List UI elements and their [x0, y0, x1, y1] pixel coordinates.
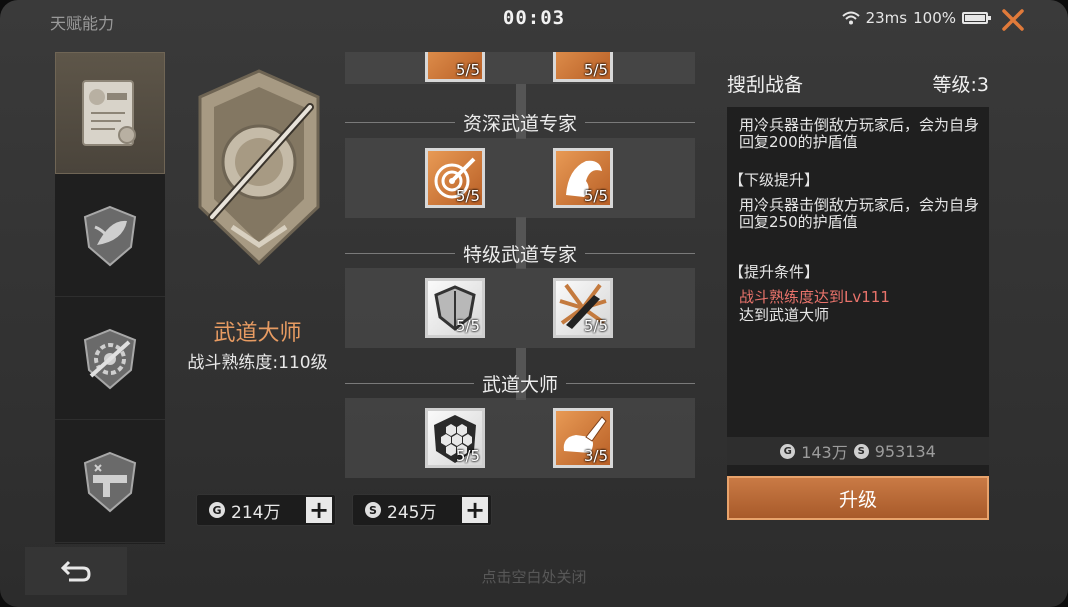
rank-name: 武道大师 [213, 321, 302, 346]
skill-top-1[interactable]: 5/5 [425, 52, 485, 82]
rank-info: 武道大师 战斗熟练度:110级 [170, 52, 345, 492]
gear-hammer-icon [83, 328, 137, 389]
tab-certificate[interactable] [55, 52, 165, 174]
talent-window: 天赋能力 00:03 23ms 100% 武道大师 战斗熟练度:110级 G 2… [0, 0, 1068, 607]
next-level-label: 【下级提升】 [729, 171, 820, 189]
top-bar: 天赋能力 00:03 23ms 100% [0, 0, 1068, 40]
upgrade-cost: G 143万 S 953134 [727, 437, 989, 465]
tier-header-1: 资深武道专家 [345, 109, 696, 135]
skill-beast-claw[interactable]: 5/5 [553, 148, 613, 208]
battery-text: 100% [913, 9, 956, 27]
skill-count: 5/5 [455, 187, 480, 205]
skill-hexagon-shield[interactable]: 5/5 [425, 408, 485, 468]
skill-shield[interactable]: 5/5 [425, 278, 485, 338]
requirement-met: 达到武道大师 [739, 306, 830, 324]
skill-tree: 5/5 5/5 资深武道专家 5/5 5/5 特级武道专家 5/5 5/5 武道… [345, 52, 697, 542]
skill-dagger-burst[interactable]: 5/5 [553, 278, 613, 338]
gun-badge-icon [83, 451, 137, 512]
g-coin-icon: G [780, 443, 796, 459]
current-effect: 用冷兵器击倒敌方玩家后，会为自身回复200的护盾值 [739, 116, 980, 151]
category-sidebar [55, 52, 165, 544]
requirements-label: 【提升条件】 [729, 263, 820, 281]
upgrade-button[interactable]: 升级 [727, 476, 989, 520]
detail-header: 搜刮战备 等级:3 [725, 52, 993, 107]
skill-count: 5/5 [583, 317, 608, 335]
tier-title: 武道大师 [482, 373, 559, 396]
battery-fill [965, 15, 985, 21]
latency-text: 23ms [865, 9, 908, 27]
g-coin-icon: G [209, 502, 225, 518]
skill-count: 5/5 [583, 61, 608, 79]
description-panel: 用冷兵器击倒敌方玩家后，会为自身回复200的护盾值 【下级提升】 用冷兵器击倒敌… [727, 107, 989, 477]
tier-box-3 [345, 398, 695, 478]
tier-title: 资深武道专家 [463, 112, 578, 135]
skill-target-knife[interactable]: 5/5 [425, 148, 485, 208]
tier-header-3: 武道大师 [345, 370, 696, 396]
cost-g-value: 143万 [801, 443, 848, 462]
tab-gear-hammer[interactable] [55, 298, 165, 420]
currency-g-value: 214万 [231, 502, 281, 523]
tab-leaf-shield[interactable] [55, 175, 165, 297]
wifi-icon [841, 11, 860, 25]
rank-level: 战斗熟练度:110级 [187, 353, 328, 373]
skill-count: 3/5 [583, 447, 608, 465]
skill-name: 搜刮战备 [727, 74, 804, 96]
tab-gun-badge[interactable] [55, 421, 165, 543]
leaf-shield-icon [83, 205, 137, 266]
skill-top-2[interactable]: 5/5 [553, 52, 613, 82]
status-area: 23ms 100% [841, 9, 991, 27]
tier-box-1 [345, 138, 695, 218]
close-hint: 点击空白处关闭 [481, 568, 587, 586]
battery-icon [962, 12, 991, 24]
cost-s-value: 953134 [874, 441, 936, 461]
bottom-bar: 点击空白处关闭 [0, 547, 1068, 607]
skill-count: 5/5 [455, 447, 480, 465]
rank-badge-icon [198, 69, 320, 266]
requirement-unmet: 战斗熟练度达到Lv111 [739, 288, 890, 306]
skill-blade-hand[interactable]: 3/5 [553, 408, 613, 468]
tier-header-2: 特级武道专家 [345, 240, 696, 266]
s-coin-icon: S [853, 443, 869, 459]
close-button[interactable] [998, 5, 1028, 35]
skill-count: 5/5 [455, 61, 480, 79]
tier-box-top [345, 52, 695, 84]
tier-box-2 [345, 268, 695, 348]
skill-level: 等级:3 [932, 74, 990, 96]
tier-title: 特级武道专家 [463, 243, 578, 266]
skill-count: 5/5 [583, 187, 608, 205]
skill-detail-panel: 搜刮战备 等级:3 用冷兵器击倒敌方玩家后，会为自身回复200的护盾值 【下级提… [725, 52, 993, 542]
trade-certificate-icon [82, 80, 136, 146]
currency-g: G 214万 + [196, 494, 336, 526]
next-effect: 用冷兵器击倒敌方玩家后，会为自身回复250的护盾值 [739, 196, 980, 231]
skill-count: 5/5 [455, 317, 480, 335]
add-g-button[interactable]: + [306, 497, 332, 523]
